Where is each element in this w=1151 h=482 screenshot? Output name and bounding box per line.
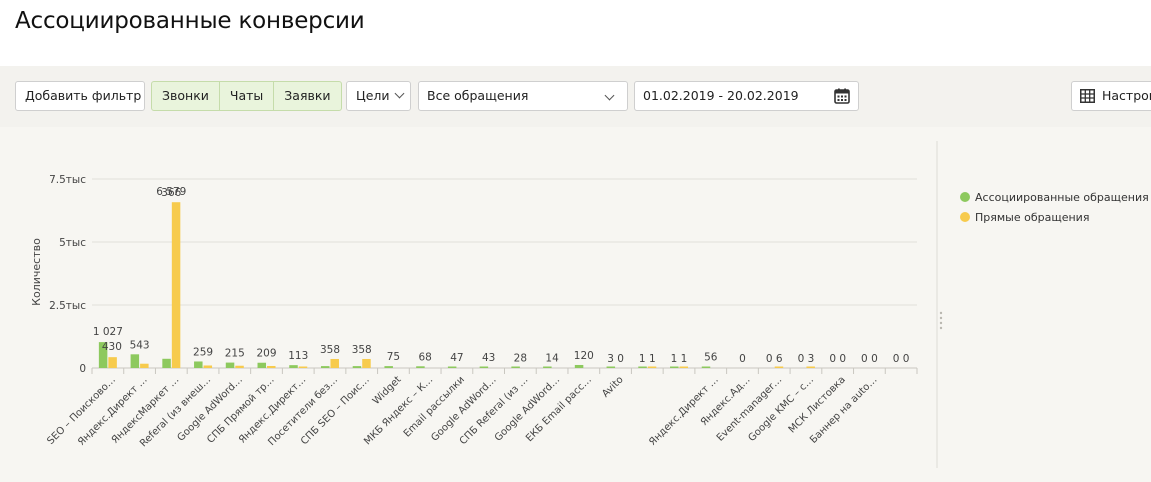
bar-value-label: 75 <box>387 351 400 363</box>
bar <box>511 366 520 368</box>
bar <box>330 358 339 368</box>
bar <box>171 202 181 368</box>
bar <box>225 362 235 368</box>
bar-value-label: 43 <box>482 352 495 364</box>
bar <box>574 364 584 368</box>
bar <box>447 366 457 368</box>
bar <box>108 357 117 368</box>
bar <box>806 366 815 368</box>
bar-value-label: 1 1 <box>671 353 688 365</box>
x-tick-label: Avito <box>600 374 625 399</box>
legend-marker-associated <box>960 192 970 202</box>
legend: Ассоциированные обращения Прямые обращен… <box>960 191 1149 224</box>
bar-value-label: 14 <box>545 353 559 365</box>
bar-value-label: 1 027 <box>93 326 123 338</box>
bar <box>267 365 276 368</box>
bar-value-label: 47 <box>450 352 463 364</box>
bar <box>289 365 298 368</box>
bar-value-label: 0 0 <box>893 353 910 365</box>
bar-value-label: 543 <box>130 339 150 351</box>
bar-value-label: 358 <box>352 344 372 356</box>
bar <box>257 362 267 368</box>
resize-handle-icon[interactable] <box>939 311 943 330</box>
x-tick-label: МСК Листовка <box>787 374 848 435</box>
legend-label-direct[interactable]: Прямые обращения <box>975 211 1089 224</box>
y-tick-label: 5тыс <box>59 237 86 249</box>
bar-value-label: 358 <box>320 344 340 356</box>
y-tick-label: 0 <box>79 363 86 375</box>
bar-value-label: 430 <box>102 341 122 353</box>
bar <box>298 366 308 368</box>
y-tick-label: 2.5тыс <box>49 300 86 312</box>
bar <box>162 358 171 368</box>
bar-value-label: 215 <box>225 348 245 360</box>
bar <box>130 354 140 368</box>
bar-value-label: 0 0 <box>861 353 878 365</box>
bar-value-label: 68 <box>418 351 431 363</box>
bar-value-label: 0 0 <box>829 353 846 365</box>
bar <box>647 366 657 368</box>
bar <box>194 361 203 368</box>
legend-marker-direct <box>960 212 970 222</box>
y-axis-label: Количество <box>30 238 43 306</box>
bar <box>543 366 552 368</box>
bar <box>203 365 213 368</box>
bar <box>140 363 149 368</box>
bar-value-label: 28 <box>514 352 527 364</box>
bar <box>606 366 616 368</box>
bar <box>384 366 393 368</box>
bar-value-label: 113 <box>288 350 308 362</box>
bar-value-label: 3 0 <box>607 353 624 365</box>
bar <box>416 366 425 368</box>
bar <box>235 365 244 368</box>
bar <box>638 366 647 368</box>
bar <box>362 358 371 368</box>
association-chart: 02.5тыс5тыс7.5тыс 1 027430 543366259 215 20… <box>30 141 1149 468</box>
bar <box>670 366 679 368</box>
y-tick-label: 7.5тыс <box>49 174 86 186</box>
bar-value-label: 120 <box>574 350 594 362</box>
bar-value-label: 209 <box>256 348 276 360</box>
bar-value-label: 259 <box>193 346 213 358</box>
bar-value-label: 0 6 <box>766 353 783 365</box>
bar <box>774 366 784 368</box>
bar-value-label: 6 579 <box>156 186 186 198</box>
legend-label-associated[interactable]: Ассоциированные обращения <box>975 191 1149 204</box>
bar <box>352 366 362 368</box>
bar-value-label: 1 1 <box>639 353 656 365</box>
bar-value-label: 0 <box>739 353 746 365</box>
bar <box>320 366 330 368</box>
bar <box>679 366 689 368</box>
bar-value-label: 56 <box>704 352 718 364</box>
bar-value-label: 0 3 <box>798 353 815 365</box>
bar <box>701 366 711 368</box>
bar <box>479 366 489 368</box>
